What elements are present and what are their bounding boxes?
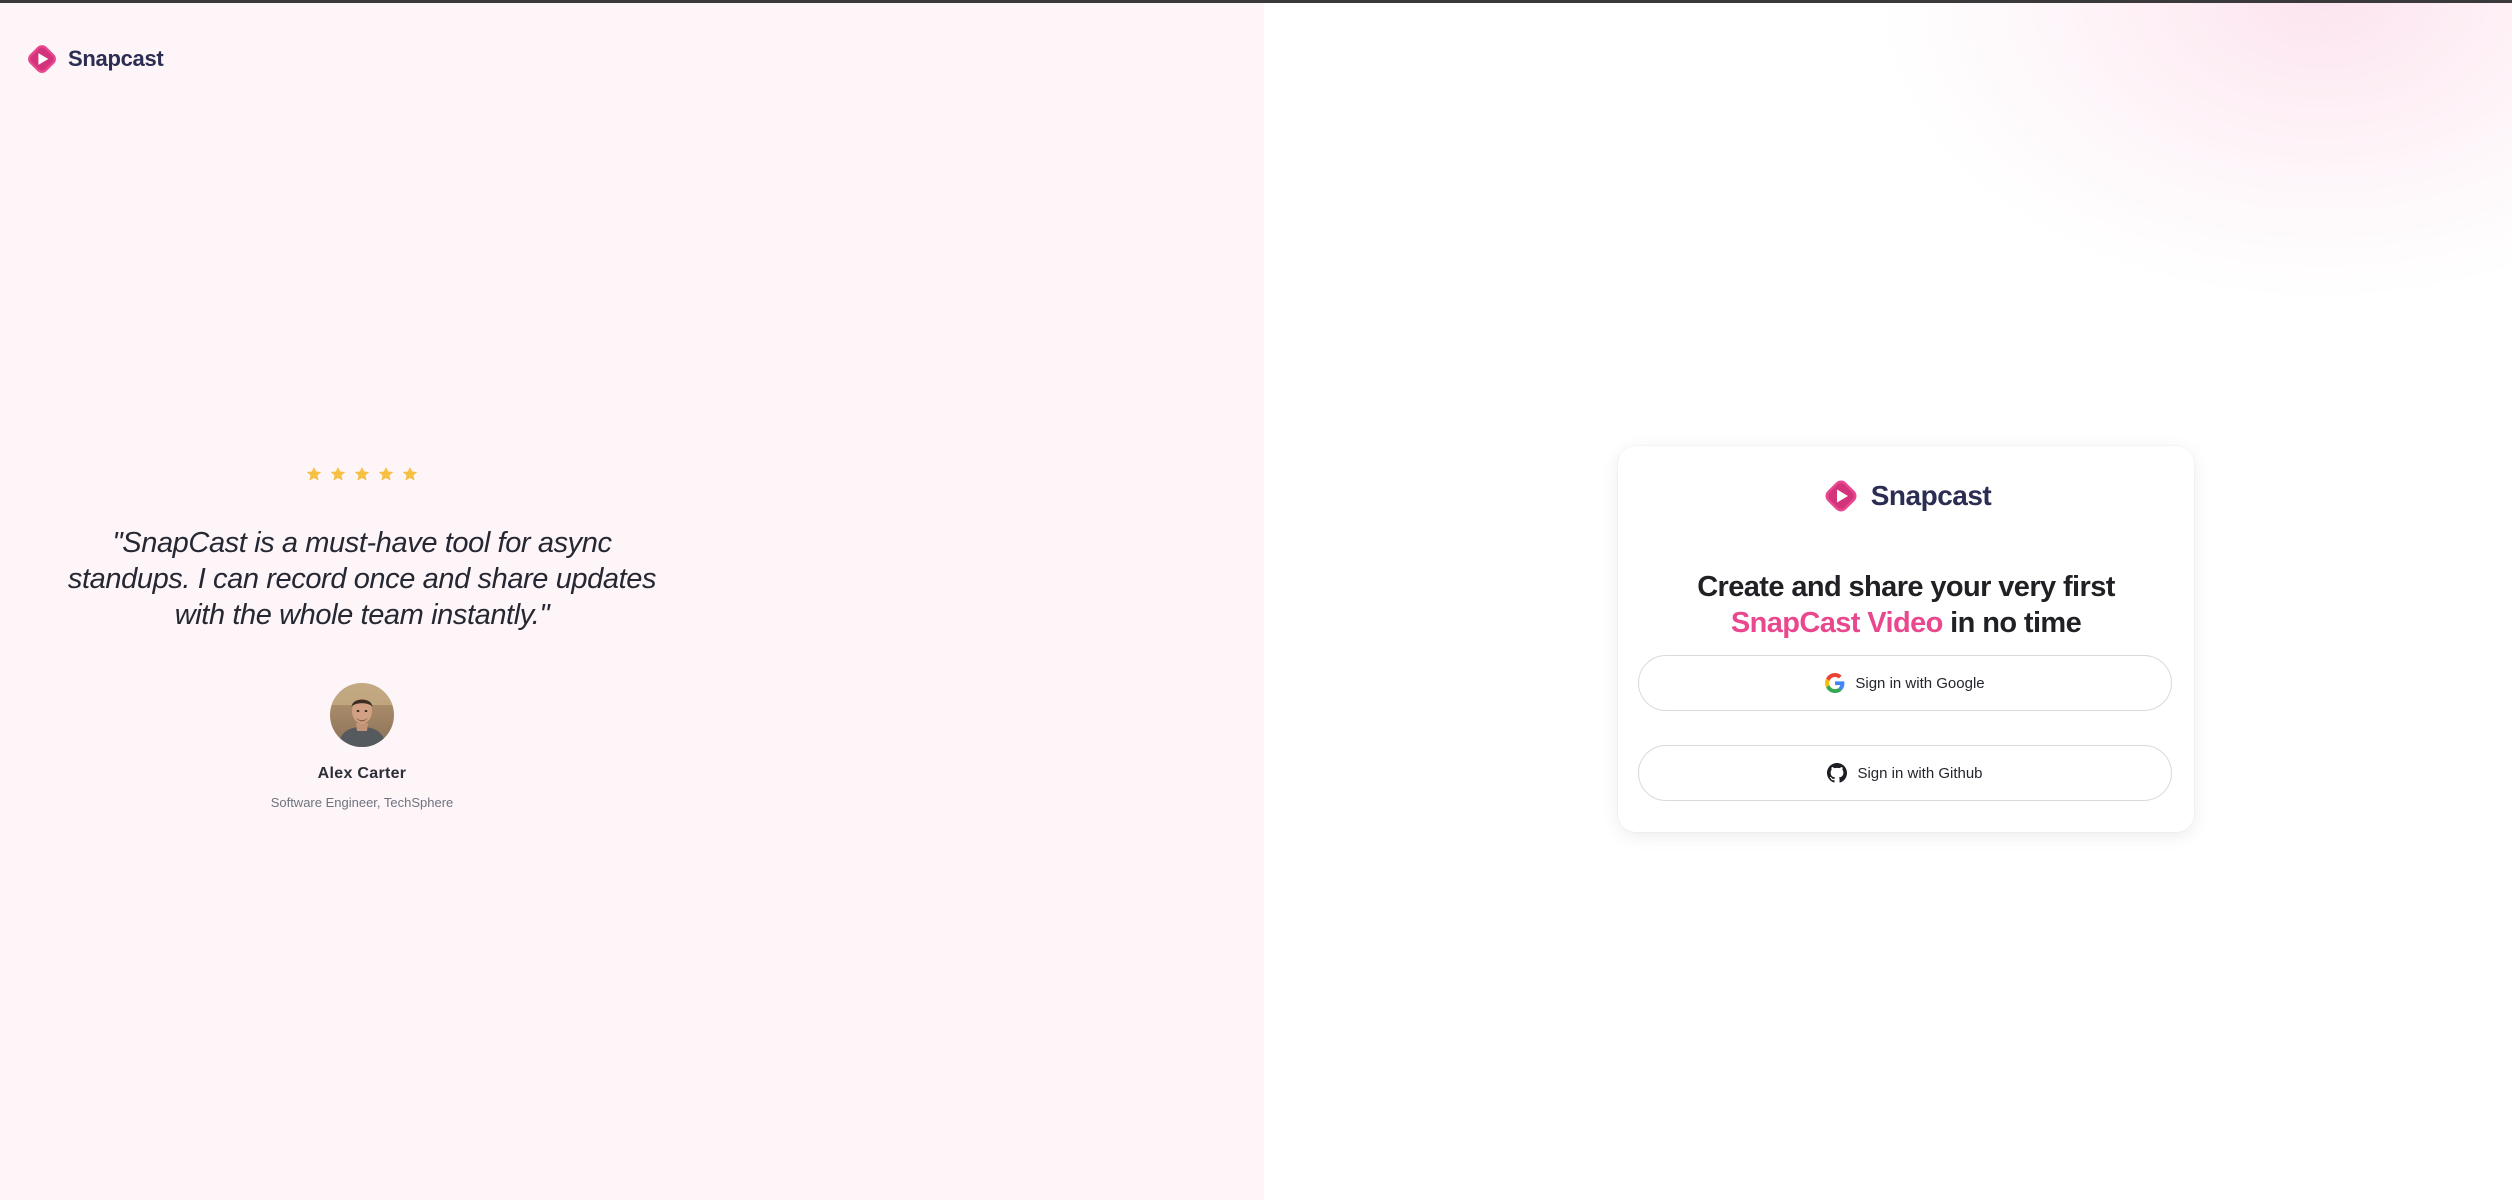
- header-brand-link[interactable]: Snapcast: [24, 41, 164, 77]
- github-signin-button[interactable]: Sign in with Github: [1638, 745, 2172, 801]
- google-signin-button[interactable]: Sign in with Google: [1638, 655, 2172, 711]
- snapcast-logo-icon: [28, 45, 56, 73]
- star-icon: [378, 466, 394, 481]
- signin-card: Snapcast Create and share your very firs…: [1618, 446, 2194, 832]
- rating-stars: [60, 465, 664, 483]
- headline-accent: SnapCast Video: [1730, 607, 1943, 640]
- star-icon: [330, 466, 346, 481]
- github-icon: [1827, 763, 1848, 783]
- star-icon: [354, 466, 370, 481]
- google-icon: [1825, 673, 1845, 693]
- auth-page: Snapcast "SnapCast is a must-have tool f…: [0, 3, 2512, 1200]
- card-brand-name: Snapcast: [1870, 480, 1992, 511]
- card-brand: Snapcast: [1618, 476, 2194, 516]
- github-signin-label: Sign in with Github: [1857, 764, 1983, 782]
- star-icon: [306, 466, 322, 481]
- testimonial-author-name: Alex Carter: [317, 765, 407, 782]
- testimonial-quote: "SnapCast is a must-have tool for async …: [67, 527, 657, 631]
- star-icon: [402, 466, 418, 481]
- testimonial-author-title: Software Engineer, TechSphere: [270, 795, 454, 810]
- background-glow: [1872, 3, 2512, 303]
- snapcast-logo-icon: [1825, 480, 1857, 512]
- signin-panel: Snapcast Create and share your very firs…: [1264, 3, 2512, 1200]
- google-signin-label: Sign in with Google: [1855, 674, 1985, 692]
- brand-name: Snapcast: [68, 46, 164, 71]
- signin-headline: Create and share your very first SnapCas…: [1638, 569, 2174, 641]
- testimonial: "SnapCast is a must-have tool for async …: [60, 465, 664, 810]
- headline-suffix: in no time: [1942, 607, 2082, 640]
- headline-prefix: Create and share your very first: [1697, 571, 2115, 604]
- testimonial-panel: Snapcast "SnapCast is a must-have tool f…: [0, 3, 1264, 1200]
- avatar: [330, 683, 394, 747]
